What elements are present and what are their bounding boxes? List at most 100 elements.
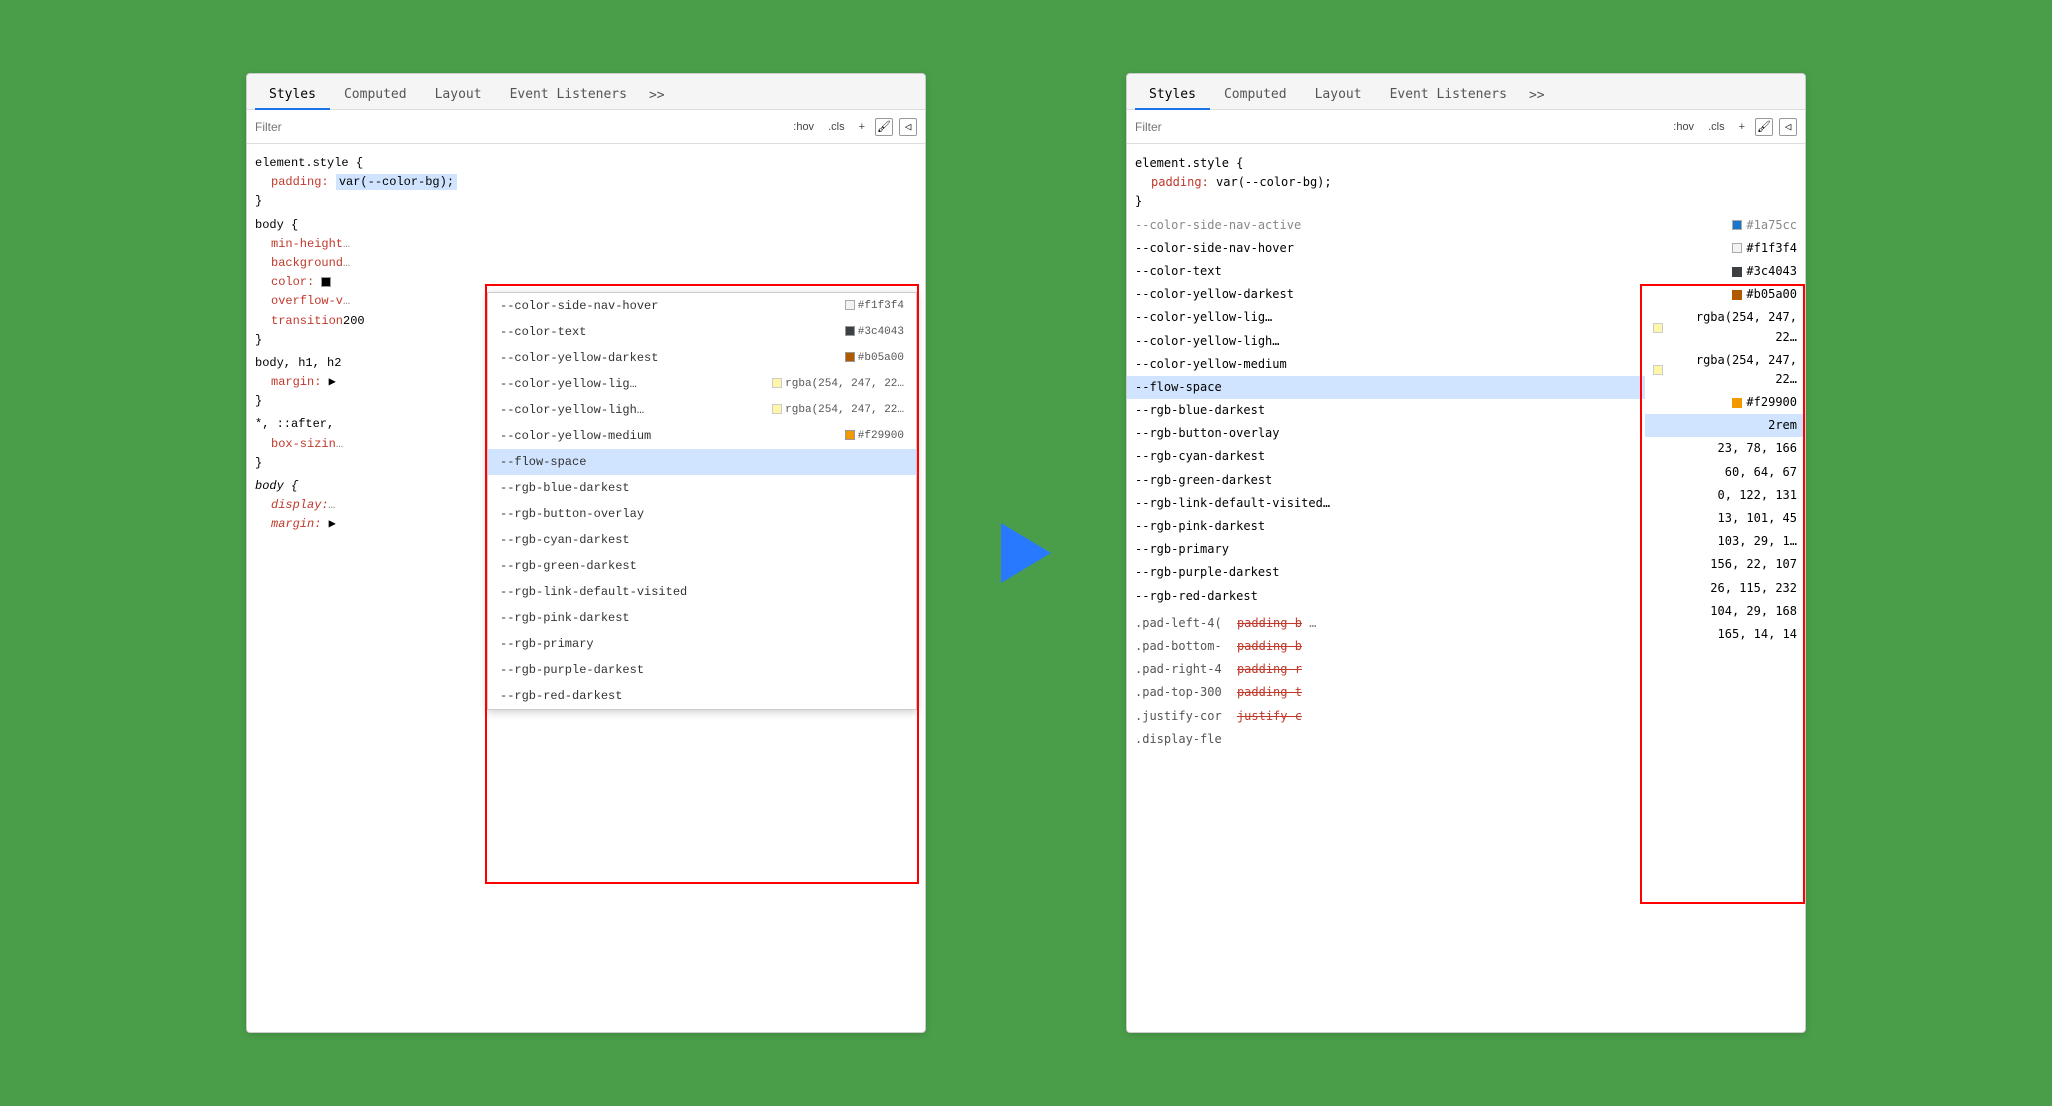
val-min-height: … <box>343 237 350 251</box>
autocomplete-item-15[interactable]: --rgb-red-darkest <box>488 683 916 709</box>
right-selector-element: element.style { <box>1135 156 1243 170</box>
hov-button-right[interactable]: :hov <box>1669 119 1698 135</box>
tab-more-left[interactable]: >> <box>641 82 673 109</box>
ac-swatch-0 <box>845 300 855 310</box>
left-devtools-panel: Styles Computed Layout Event Listeners >… <box>246 73 926 1033</box>
nav-active-val: #1a75cc <box>1645 214 1805 237</box>
ac-name-11: --rgb-link-default-visited <box>500 583 687 601</box>
filter-bar-right: :hov .cls + 🖌 ◁ <box>1127 110 1805 144</box>
filter-input-left[interactable] <box>255 120 783 134</box>
right-prop-padding[interactable]: padding: <box>1151 175 1209 189</box>
cls-button-left[interactable]: .cls <box>824 119 849 135</box>
ac-val-4: rgba(254, 247, 22… <box>766 402 904 419</box>
ac-name-0: --color-side-nav-hover <box>500 297 658 315</box>
autocomplete-item-3[interactable]: --color-yellow-lig… rgba(254, 247, 22… <box>488 371 916 397</box>
tab-more-right[interactable]: >> <box>1521 82 1553 109</box>
prop-padding-name[interactable]: padding: <box>271 175 329 189</box>
autocomplete-item-6[interactable]: --flow-space <box>488 449 916 475</box>
blue-arrow-icon <box>1001 523 1051 583</box>
rgb-button-val: 60, 64, 67 <box>1645 461 1805 484</box>
tab-layout-right[interactable]: Layout <box>1301 81 1376 110</box>
tab-styles-left[interactable]: Styles <box>255 81 330 110</box>
plus-button-left[interactable]: + <box>855 119 869 135</box>
autocomplete-item-1[interactable]: --color-text #3c4043 <box>488 319 916 345</box>
swatch-nav-hover <box>1732 243 1742 253</box>
prop-color[interactable]: color: <box>271 275 314 289</box>
rgb-red-val: 165, 14, 14 <box>1645 623 1805 646</box>
val-transition: 200 <box>343 314 365 328</box>
autocomplete-item-7[interactable]: --rgb-blue-darkest <box>488 475 916 501</box>
ac-name-9: --rgb-cyan-darkest <box>500 531 630 549</box>
toggle-icon-right[interactable]: ◁ <box>1779 118 1797 136</box>
val-display: … <box>329 498 336 512</box>
plus-button-right[interactable]: + <box>1735 119 1749 135</box>
tab-computed-right[interactable]: Computed <box>1210 81 1301 110</box>
toggle-icon-left[interactable]: ◁ <box>899 118 917 136</box>
pad-rules-left: .pad-left-4( padding-b … .pad-bottom- pa… <box>1127 612 1645 751</box>
ac-swatch-5 <box>845 430 855 440</box>
swatch-yellow-darkest <box>1732 290 1742 300</box>
rule-element-style: element.style { padding: var(--color-bg)… <box>247 152 925 214</box>
autocomplete-item-14[interactable]: --rgb-purple-darkest <box>488 657 916 683</box>
justify-selector: .justify-cor justify-c <box>1127 705 1645 728</box>
autocomplete-item-2[interactable]: --color-yellow-darkest #b05a00 <box>488 345 916 371</box>
prop-transition[interactable]: transition <box>271 314 343 328</box>
prop-min-height[interactable]: min-height <box>271 237 343 251</box>
autocomplete-item-0[interactable]: --color-side-nav-hover #f1f3f4 <box>488 293 916 319</box>
val-margin-1: ▶ <box>329 375 336 389</box>
cls-button-right[interactable]: .cls <box>1704 119 1729 135</box>
pad-top-selector: .pad-top-300 padding-t <box>1127 681 1645 704</box>
prop-overflow[interactable]: overflow-v <box>271 294 343 308</box>
ac-val-3: rgba(254, 247, 22… <box>766 376 904 393</box>
autocomplete-item-12[interactable]: --rgb-pink-darkest <box>488 605 916 631</box>
tab-layout-left[interactable]: Layout <box>421 81 496 110</box>
ac-swatch-2 <box>845 352 855 362</box>
right-names-col: --color-side-nav-active --color-side-nav… <box>1127 214 1645 751</box>
right-brace-1: } <box>1135 194 1142 208</box>
pad-left-selector: .pad-left-4( padding-b … <box>1127 612 1645 635</box>
ac-name-12: --rgb-pink-darkest <box>500 609 630 627</box>
rgb-purple-val: 104, 29, 168 <box>1645 600 1805 623</box>
ac-name-10: --rgb-green-darkest <box>500 557 637 575</box>
filter-input-right[interactable] <box>1135 120 1663 134</box>
tab-event-listeners-right[interactable]: Event Listeners <box>1376 81 1521 110</box>
ac-name-8: --rgb-button-overlay <box>500 505 644 523</box>
tab-computed-left[interactable]: Computed <box>330 81 421 110</box>
autocomplete-item-8[interactable]: --rgb-button-overlay <box>488 501 916 527</box>
prop-padding-value[interactable]: var(--color-bg); <box>336 174 457 190</box>
brace-2: } <box>255 333 262 347</box>
brace-3: } <box>255 394 262 408</box>
paint-icon-left[interactable]: 🖌 <box>875 118 893 136</box>
hov-button-left[interactable]: :hov <box>789 119 818 135</box>
selector-body-h1: body, h1, h2 <box>255 356 341 370</box>
ac-name-6: --flow-space <box>500 453 586 471</box>
paint-icon-right[interactable]: 🖌 <box>1755 118 1773 136</box>
color-text-row-left: --color-text <box>1127 260 1645 283</box>
nav-hover-val: #f1f3f4 <box>1645 237 1805 260</box>
autocomplete-item-9[interactable]: --rgb-cyan-darkest <box>488 527 916 553</box>
autocomplete-item-11[interactable]: --rgb-link-default-visited <box>488 579 916 605</box>
prop-boxsizing[interactable]: box-sizin <box>271 437 336 451</box>
color-swatch-black <box>321 277 331 287</box>
swatch-yellow-medium <box>1732 398 1742 408</box>
rgb-blue-row-left: --rgb-blue-darkest <box>1127 399 1645 422</box>
prop-margin-2[interactable]: margin: <box>271 517 321 531</box>
tab-styles-right[interactable]: Styles <box>1135 81 1210 110</box>
prop-background[interactable]: background <box>271 256 343 270</box>
rgb-green-val: 13, 101, 45 <box>1645 507 1805 530</box>
ac-name-2: --color-yellow-darkest <box>500 349 658 367</box>
autocomplete-item-5[interactable]: --color-yellow-medium #f29900 <box>488 423 916 449</box>
pad-bottom-selector: .pad-bottom- padding-b <box>1127 635 1645 658</box>
ac-name-1: --color-text <box>500 323 586 341</box>
tab-event-listeners-left[interactable]: Event Listeners <box>496 81 641 110</box>
swatch-text <box>1732 267 1742 277</box>
autocomplete-item-13[interactable]: --rgb-primary <box>488 631 916 657</box>
ac-swatch-3 <box>772 378 782 388</box>
selector-body-1: body { <box>255 218 298 232</box>
rgb-red-row-left: --rgb-red-darkest <box>1127 585 1645 608</box>
autocomplete-item-10[interactable]: --rgb-green-darkest <box>488 553 916 579</box>
autocomplete-item-4[interactable]: --color-yellow-ligh… rgba(254, 247, 22… <box>488 397 916 423</box>
brace-1: } <box>255 194 262 208</box>
prop-margin-1[interactable]: margin: <box>271 375 321 389</box>
prop-display[interactable]: display: <box>271 498 329 512</box>
